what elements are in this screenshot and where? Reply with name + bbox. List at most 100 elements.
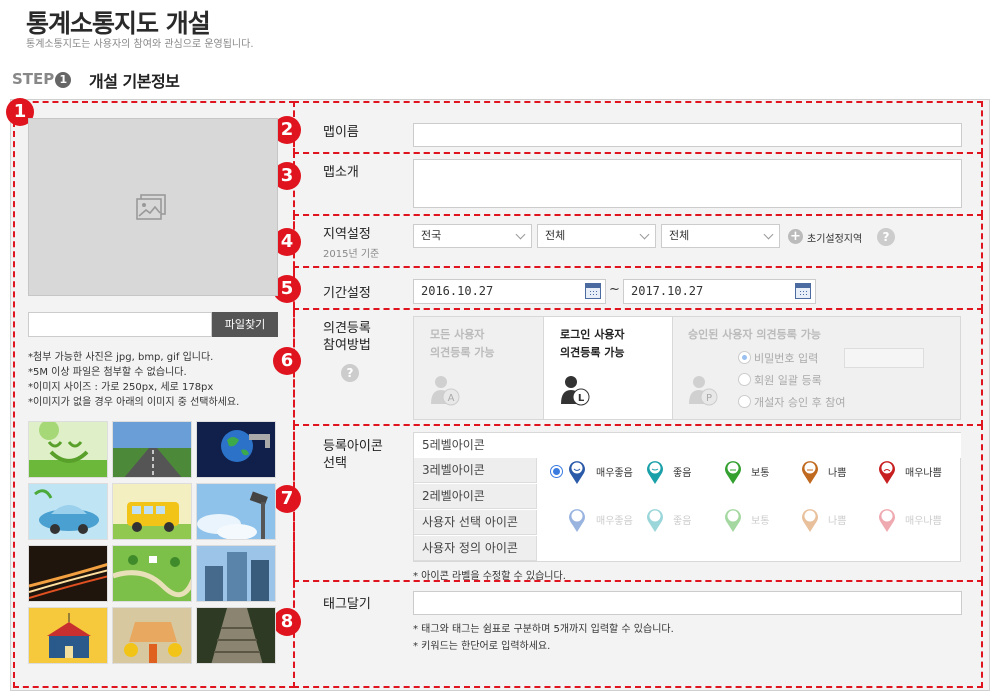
- calendar-icon[interactable]: [585, 283, 601, 299]
- map-intro-textarea[interactable]: [413, 159, 962, 208]
- region-sub-label: 2015년 기준: [323, 249, 380, 260]
- option-all-users[interactable]: 모든 사용자 의견등록 가능: [430, 326, 495, 362]
- default-image-grid: [28, 421, 280, 664]
- chevron-down-icon: [639, 229, 650, 240]
- smiley-grass-thumbnail[interactable]: [28, 421, 108, 478]
- region-select-sido[interactable]: 전국: [413, 224, 532, 248]
- pin-good-icon[interactable]: [645, 459, 665, 485]
- school-building-thumbnail[interactable]: [28, 607, 108, 664]
- pin-very-good-faded-icon[interactable]: [567, 507, 587, 533]
- badge-a: A: [448, 393, 455, 404]
- label-very-bad-faded: 매우나쁨: [905, 516, 942, 527]
- sub-option-password[interactable]: 비밀번호 입력: [738, 350, 818, 366]
- cctv-sky-thumbnail[interactable]: [196, 483, 276, 540]
- help-icon[interactable]: ?: [877, 228, 895, 246]
- earth-faucet-thumbnail[interactable]: [196, 421, 276, 478]
- radio-member[interactable]: [738, 373, 751, 386]
- label-bad: 나쁨: [828, 468, 847, 479]
- pin-good-faded-icon[interactable]: [645, 507, 665, 533]
- label-very-good-faded: 매우좋음: [596, 516, 633, 527]
- calendar-icon[interactable]: [795, 283, 811, 299]
- upload-note: *5M 이상 파일은 첨부할 수 없습니다.: [28, 367, 187, 378]
- label-good-faded: 좋음: [673, 516, 692, 527]
- sub-option-approval-label: 개설자 승인 후 참여: [754, 396, 846, 409]
- pin-very-bad-icon[interactable]: [877, 459, 897, 485]
- participation-label: 의견등록 참여방법: [323, 320, 371, 354]
- period-label: 기간설정: [323, 286, 371, 301]
- map-park-thumbnail[interactable]: [112, 545, 192, 602]
- tags-note-2: * 키워드는 한단어로 입력하세요.: [413, 641, 551, 652]
- icon-select-label-line2: 선택: [323, 456, 347, 471]
- road-thumbnail[interactable]: [112, 421, 192, 478]
- radio-approval[interactable]: [738, 395, 751, 408]
- file-path-input[interactable]: [28, 312, 212, 337]
- icon-select-note: * 아이콘 라벨을 수정할 수 있습니다.: [413, 571, 566, 582]
- label-normal-faded: 보통: [751, 516, 770, 527]
- icon-select-label: 등록아이콘 선택: [323, 438, 383, 472]
- participation-label-line2: 참여방법: [323, 338, 371, 353]
- plus-icon[interactable]: +: [788, 229, 803, 244]
- under-construction-thumbnail[interactable]: [112, 607, 192, 664]
- pin-normal-icon[interactable]: [723, 459, 743, 485]
- upload-note: *이미지가 없을 경우 아래의 이미지 중 선택하세요.: [28, 397, 240, 408]
- region-select-sigungu[interactable]: 전체: [537, 224, 656, 248]
- chevron-down-icon: [763, 229, 774, 240]
- file-browse-button[interactable]: 파일찾기: [212, 312, 278, 337]
- step-prefix: STEP: [12, 70, 55, 88]
- pin-bad-faded-icon[interactable]: [800, 507, 820, 533]
- pin-very-bad-faded-icon[interactable]: [877, 507, 897, 533]
- tab-2-level[interactable]: 2레벨아이콘: [414, 484, 537, 509]
- tab-3-level[interactable]: 3레벨아이콘: [414, 458, 537, 483]
- badge-l: L: [578, 393, 585, 404]
- sub-option-approval[interactable]: 개설자 승인 후 참여: [738, 394, 845, 410]
- label-good: 좋음: [673, 468, 692, 479]
- option-login-users-line2: 의견등록 가능: [560, 346, 625, 359]
- upload-note: *첨부 가능한 사진은 jpg, bmp, gif 입니다.: [28, 352, 214, 363]
- sub-option-member[interactable]: 회원 일괄 등록: [738, 372, 822, 388]
- option-approved-users[interactable]: 승인된 사용자 의견등록 가능: [688, 326, 821, 344]
- badge-p: P: [706, 393, 712, 404]
- user-login-icon: L: [561, 376, 590, 406]
- region-select-dong-value: 전체: [669, 229, 690, 242]
- label-very-bad: 매우나쁨: [905, 468, 942, 479]
- tags-note-1: * 태그와 태그는 쉼표로 구분하며 5개까지 입력할 수 있습니다.: [413, 624, 674, 635]
- stone-stairs-thumbnail[interactable]: [196, 607, 276, 664]
- upload-notes: *첨부 가능한 사진은 jpg, bmp, gif 입니다. *5M 이상 파일…: [28, 350, 239, 410]
- participation-label-line1: 의견등록: [323, 321, 371, 336]
- tags-label: 태그달기: [323, 597, 371, 612]
- image-icon: [136, 194, 166, 220]
- password-input[interactable]: [844, 348, 924, 368]
- map-intro-label: 맵소개: [323, 165, 359, 180]
- pin-bad-icon[interactable]: [800, 459, 820, 485]
- night-highway-thumbnail[interactable]: [28, 545, 108, 602]
- participation-options: [413, 316, 961, 420]
- end-date-input[interactable]: 2017.10.27: [623, 279, 816, 304]
- initial-region-button[interactable]: 초기설정지역: [807, 230, 862, 245]
- radio-icon-set-1[interactable]: [550, 465, 563, 478]
- tab-user-select[interactable]: 사용자 선택 아이콘: [414, 510, 537, 535]
- map-name-input[interactable]: [413, 123, 962, 147]
- skyscraper-thumbnail[interactable]: [196, 545, 276, 602]
- tab-5-level[interactable]: 5레벨아이콘: [414, 433, 961, 458]
- start-date-input[interactable]: 2016.10.27: [413, 279, 606, 304]
- sub-option-password-label: 비밀번호 입력: [754, 352, 819, 365]
- pin-normal-faded-icon[interactable]: [723, 507, 743, 533]
- icon-select-label-line1: 등록아이콘: [323, 439, 383, 454]
- region-select-sigungu-value: 전체: [545, 229, 566, 242]
- radio-password[interactable]: [738, 351, 751, 364]
- label-very-good: 매우좋음: [596, 468, 633, 479]
- option-login-users-line1: 로그인 사용자: [560, 328, 625, 341]
- step-indicator: STEP 1: [12, 70, 72, 88]
- help-icon[interactable]: ?: [341, 364, 359, 382]
- pin-very-good-icon[interactable]: [567, 459, 587, 485]
- region-select-sido-value: 전국: [421, 229, 442, 242]
- tags-input[interactable]: [413, 591, 962, 615]
- option-all-users-line1: 모든 사용자: [430, 328, 485, 341]
- school-bus-thumbnail[interactable]: [112, 483, 192, 540]
- step-title: 개설 기본정보: [89, 72, 180, 91]
- user-approved-icon: P: [689, 376, 718, 406]
- tab-user-defined[interactable]: 사용자 정의 아이콘: [414, 536, 537, 561]
- date-range-tilde: ~: [609, 282, 620, 297]
- region-select-dong[interactable]: 전체: [661, 224, 780, 248]
- eco-car-thumbnail[interactable]: [28, 483, 108, 540]
